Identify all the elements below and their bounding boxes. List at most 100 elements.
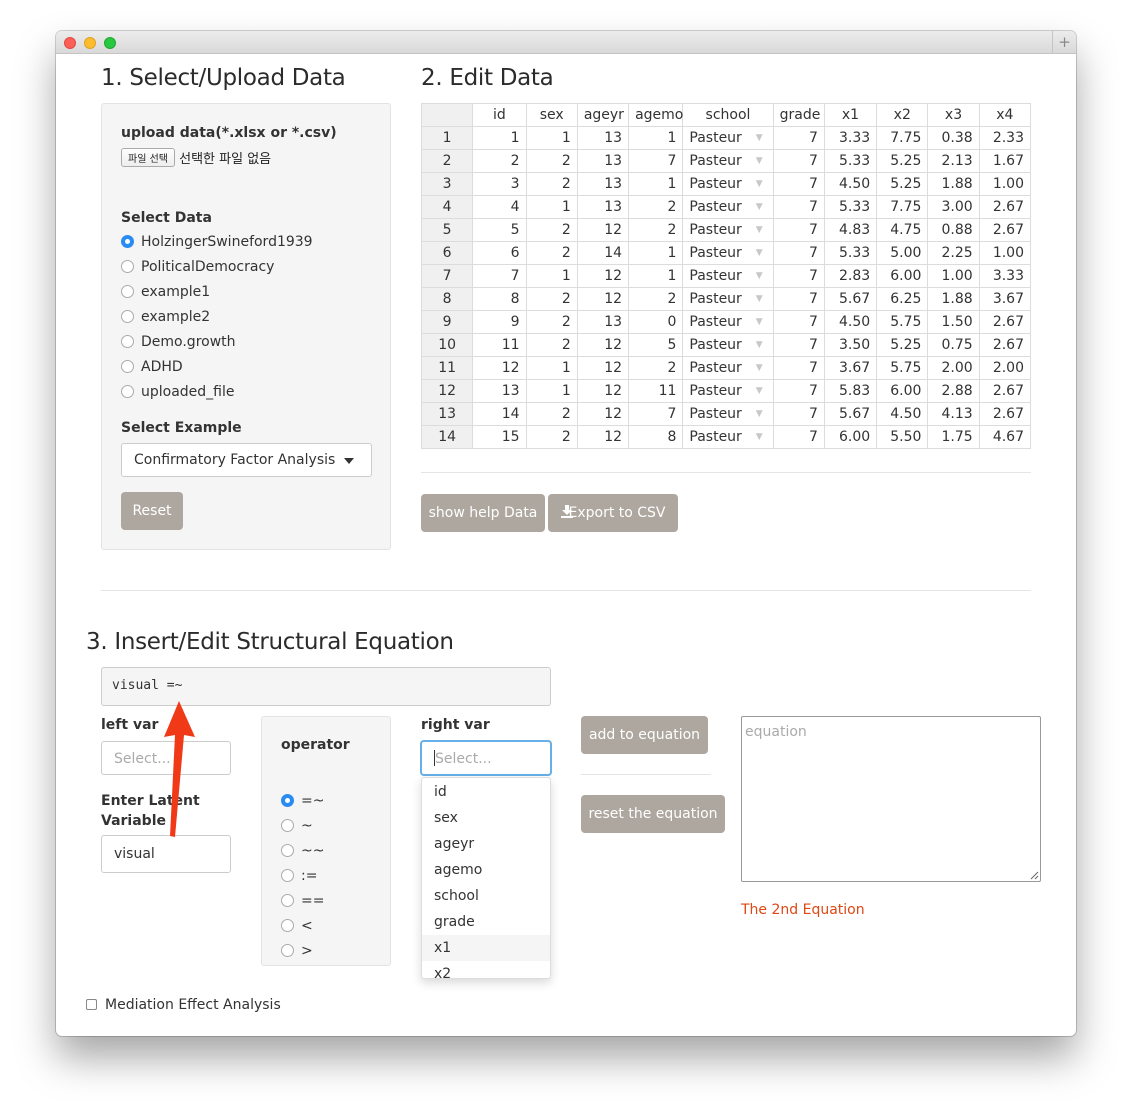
example-select[interactable]: Confirmatory Factor Analysis bbox=[121, 443, 372, 477]
row-header[interactable]: 12 bbox=[421, 379, 474, 403]
operator-option[interactable]: ~ bbox=[281, 816, 313, 836]
table-cell[interactable]: 2 bbox=[525, 333, 578, 357]
table-cell[interactable]: 2.00 bbox=[927, 356, 980, 380]
table-cell[interactable]: 1 bbox=[628, 126, 684, 150]
table-cell[interactable]: Pasteur ▼ bbox=[682, 402, 774, 426]
table-cell[interactable]: 2.67 bbox=[978, 310, 1031, 334]
table-cell[interactable]: 7 bbox=[772, 310, 825, 334]
table-cell[interactable]: 2.13 bbox=[927, 149, 980, 173]
table-cell[interactable]: 7 bbox=[772, 402, 825, 426]
table-cell[interactable]: 7 bbox=[772, 264, 825, 288]
table-cell[interactable]: 2.00 bbox=[978, 356, 1031, 380]
table-cell[interactable]: 2 bbox=[525, 310, 578, 334]
column-header[interactable]: x1 bbox=[823, 103, 878, 127]
row-header[interactable]: 14 bbox=[421, 425, 474, 449]
table-cell[interactable]: 2 bbox=[628, 287, 684, 311]
cell-dropdown-icon[interactable]: ▼ bbox=[756, 294, 763, 304]
cell-dropdown-icon[interactable]: ▼ bbox=[756, 432, 763, 442]
table-cell[interactable]: 5 bbox=[472, 218, 527, 242]
table-cell[interactable]: 2.83 bbox=[823, 264, 878, 288]
table-cell[interactable]: 3.33 bbox=[823, 126, 878, 150]
table-cell[interactable]: 2 bbox=[525, 425, 578, 449]
table-cell[interactable]: 2 bbox=[525, 287, 578, 311]
table-cell[interactable]: 2 bbox=[472, 149, 527, 173]
table-cell[interactable]: 7 bbox=[628, 402, 684, 426]
right-var-dropdown[interactable]: id sex ageyr agemo school grade x1 x2 bbox=[421, 777, 551, 979]
row-header[interactable]: 7 bbox=[421, 264, 474, 288]
table-cell[interactable]: 5.25 bbox=[876, 333, 929, 357]
table-cell[interactable]: 8 bbox=[628, 425, 684, 449]
table-cell[interactable]: 2 bbox=[628, 195, 684, 219]
table-cell[interactable]: Pasteur ▼ bbox=[682, 264, 774, 288]
table-cell[interactable]: 1 bbox=[525, 195, 578, 219]
cell-dropdown-icon[interactable]: ▼ bbox=[756, 248, 763, 258]
operator-option[interactable]: := bbox=[281, 866, 317, 886]
table-cell[interactable]: 13 bbox=[472, 379, 527, 403]
table-cell[interactable]: 1 bbox=[525, 356, 578, 380]
table-cell[interactable]: 7 bbox=[772, 333, 825, 357]
table-cell[interactable]: 12 bbox=[576, 356, 630, 380]
table-cell[interactable]: Pasteur ▼ bbox=[682, 218, 774, 242]
table-cell[interactable]: 5.83 bbox=[823, 379, 878, 403]
new-tab-button[interactable]: + bbox=[1052, 31, 1076, 54]
dropdown-option[interactable]: x2 bbox=[422, 961, 550, 978]
table-cell[interactable]: Pasteur ▼ bbox=[682, 333, 774, 357]
table-cell[interactable]: 1 bbox=[628, 241, 684, 265]
table-cell[interactable]: 4.50 bbox=[823, 172, 878, 196]
table-cell[interactable]: 11 bbox=[628, 379, 684, 403]
table-cell[interactable]: 0.38 bbox=[927, 126, 980, 150]
table-cell[interactable]: Pasteur ▼ bbox=[682, 310, 774, 334]
table-cell[interactable]: 2.67 bbox=[978, 379, 1031, 403]
table-cell[interactable]: 7.75 bbox=[876, 126, 929, 150]
table-cell[interactable]: 5.50 bbox=[876, 425, 929, 449]
table-cell[interactable]: 3.33 bbox=[978, 264, 1031, 288]
radio-button[interactable] bbox=[281, 819, 294, 832]
table-cell[interactable]: 6.00 bbox=[876, 264, 929, 288]
operator-option[interactable]: ~~ bbox=[281, 841, 324, 861]
table-cell[interactable]: 12 bbox=[576, 333, 630, 357]
table-cell[interactable]: 1.00 bbox=[978, 241, 1031, 265]
column-header[interactable]: grade bbox=[772, 103, 825, 127]
table-cell[interactable]: 13 bbox=[576, 126, 630, 150]
table-cell[interactable]: 5.33 bbox=[823, 149, 878, 173]
close-window-button[interactable] bbox=[64, 37, 76, 49]
radio-button[interactable] bbox=[121, 310, 134, 323]
table-cell[interactable]: 7 bbox=[772, 379, 825, 403]
dropdown-option[interactable]: agemo bbox=[422, 857, 550, 883]
table-cell[interactable]: 12 bbox=[472, 356, 527, 380]
table-cell[interactable]: 12 bbox=[576, 218, 630, 242]
table-cell[interactable]: 12 bbox=[576, 402, 630, 426]
dataset-option[interactable]: uploaded_file bbox=[121, 382, 235, 402]
dropdown-option[interactable]: school bbox=[422, 883, 550, 909]
column-header[interactable]: x2 bbox=[876, 103, 929, 127]
table-cell[interactable]: Pasteur ▼ bbox=[682, 126, 774, 150]
table-cell[interactable]: 13 bbox=[576, 172, 630, 196]
table-cell[interactable]: 7 bbox=[772, 172, 825, 196]
reset-equation-button[interactable]: reset the equation bbox=[581, 795, 725, 833]
table-cell[interactable]: 3.67 bbox=[823, 356, 878, 380]
radio-button[interactable] bbox=[121, 260, 134, 273]
table-cell[interactable]: 5.67 bbox=[823, 287, 878, 311]
table-cell[interactable]: 1.00 bbox=[927, 264, 980, 288]
column-header[interactable]: x4 bbox=[978, 103, 1031, 127]
table-cell[interactable]: 4.50 bbox=[876, 402, 929, 426]
zoom-window-button[interactable] bbox=[104, 37, 116, 49]
table-cell[interactable]: 7 bbox=[772, 149, 825, 173]
radio-button[interactable] bbox=[121, 285, 134, 298]
table-cell[interactable]: 7 bbox=[772, 126, 825, 150]
table-cell[interactable]: 12 bbox=[576, 287, 630, 311]
cell-dropdown-icon[interactable]: ▼ bbox=[756, 156, 763, 166]
cell-dropdown-icon[interactable]: ▼ bbox=[756, 202, 763, 212]
table-cell[interactable]: Pasteur ▼ bbox=[682, 172, 774, 196]
table-cell[interactable]: 13 bbox=[576, 149, 630, 173]
minimize-window-button[interactable] bbox=[84, 37, 96, 49]
radio-button[interactable] bbox=[121, 235, 134, 248]
table-cell[interactable]: 6.25 bbox=[876, 287, 929, 311]
table-cell[interactable]: 12 bbox=[576, 379, 630, 403]
table-cell[interactable]: 14 bbox=[576, 241, 630, 265]
column-header[interactable]: id bbox=[472, 103, 527, 127]
dropdown-option[interactable]: grade bbox=[422, 909, 550, 935]
table-cell[interactable]: 5.25 bbox=[876, 149, 929, 173]
dropdown-option[interactable]: x1 bbox=[422, 935, 550, 961]
table-cell[interactable]: Pasteur ▼ bbox=[682, 356, 774, 380]
